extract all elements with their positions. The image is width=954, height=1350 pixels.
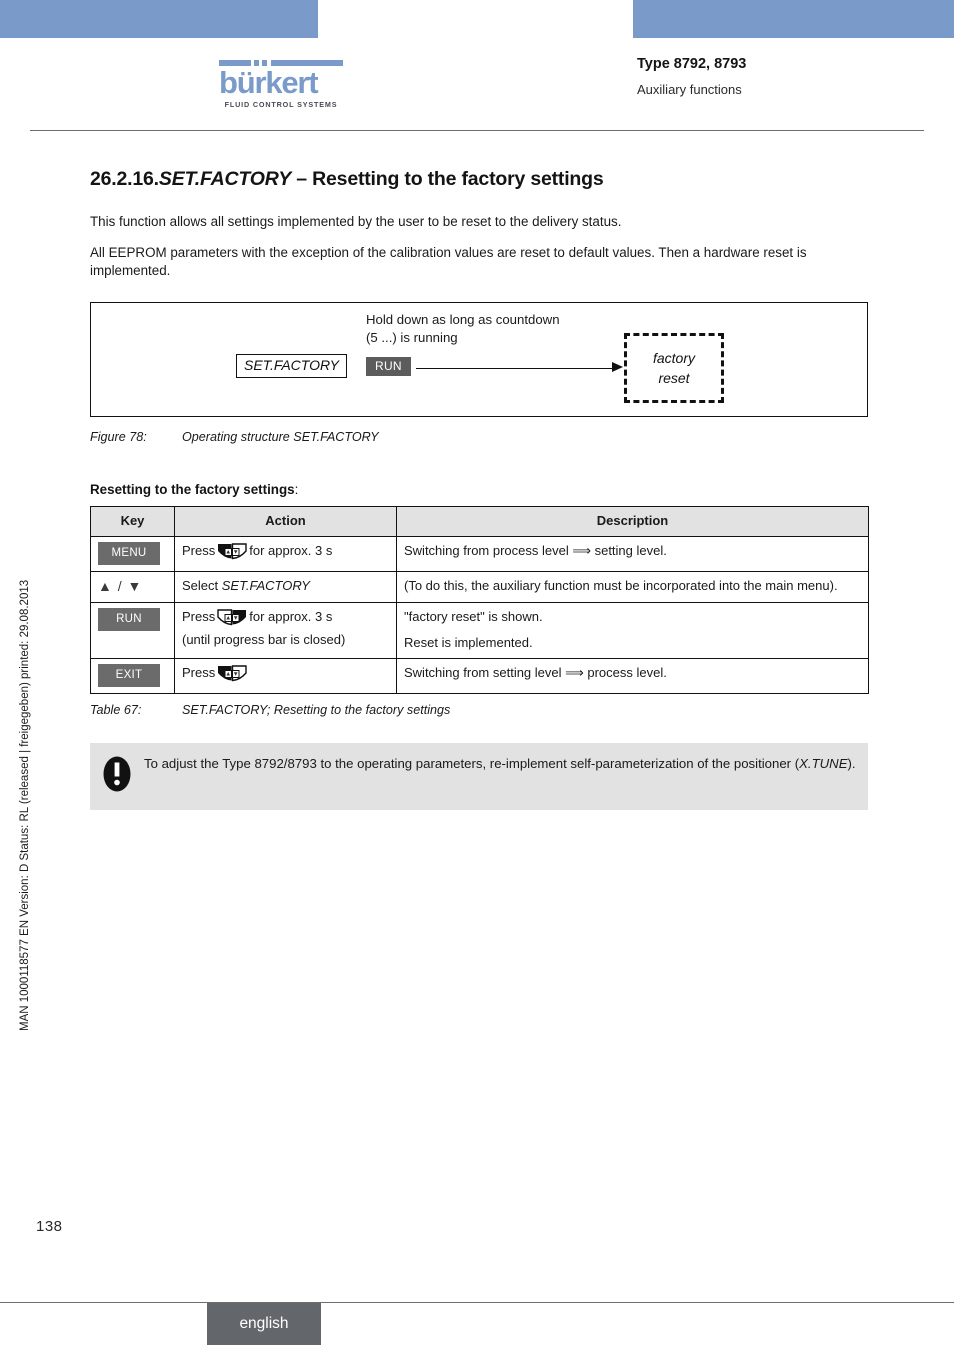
figure-caption-text: Operating structure SET.FACTORY (182, 430, 379, 444)
key-press-left-icon (217, 543, 247, 565)
language-tab: english (207, 1303, 321, 1345)
action-prefix: Press (182, 609, 216, 624)
column-header-action: Action (174, 506, 397, 537)
intro-paragraph-2: All EEPROM parameters with the exception… (90, 245, 807, 278)
diagram-factory-reset-state: factory reset (624, 333, 724, 403)
diagram-run-button: RUN (366, 357, 411, 376)
table-header-row: Key Action Description (90, 506, 869, 537)
note-parameter-name: X.TUNE (799, 756, 848, 771)
page-header: bürkert FLUID CONTROL SYSTEMS Type 8792,… (0, 38, 954, 130)
column-header-key: Key (90, 506, 175, 537)
logo-tagline: FLUID CONTROL SYSTEMS (224, 100, 338, 109)
diagram-hold-instruction: Hold down as long as countdown (5 ...) i… (366, 311, 560, 347)
table-caption-number: Table 67: (90, 703, 142, 717)
section-number: 26.2.16. (90, 168, 159, 190)
action-prefix: Press (182, 543, 216, 558)
table-row: RUN Press for approx. 3 s (until progress… (90, 602, 869, 659)
key-badge-menu: MENU (98, 542, 160, 565)
action-prefix: Press (182, 665, 216, 680)
column-header-description: Description (396, 506, 869, 537)
header-divider (30, 130, 924, 131)
key-arrows-up-down-icon: ▲ / ▼ (98, 578, 143, 594)
footer-divider (0, 1302, 954, 1303)
action-line-1: Press for approx. 3 s (182, 608, 389, 631)
cell-key: ▲ / ▼ (90, 571, 175, 603)
action-parameter-name: SET.FACTORY (221, 578, 310, 593)
cell-key: MENU (90, 536, 175, 572)
cell-description: Switching from setting level ⟹ process l… (396, 658, 869, 694)
cell-description: "factory reset" is shown. Reset is imple… (396, 602, 869, 659)
header-blue-bar-right (633, 0, 954, 38)
cell-action: Select SET.FACTORY (174, 571, 397, 603)
cell-action: Press (174, 658, 397, 694)
description-line-1: (To do this, the auxiliary function must… (404, 578, 838, 593)
operating-structure-diagram: SET.FACTORY Hold down as long as countdo… (90, 302, 868, 417)
cell-description: Switching from process level ⟹ setting l… (396, 536, 869, 572)
document-revision-sidenote: MAN 1000118577 EN Version: D Status: RL … (19, 579, 31, 1031)
description-spacer (404, 626, 861, 634)
exclamation-icon (102, 755, 132, 798)
note-text: To adjust the Type 8792/8793 to the oper… (144, 754, 856, 773)
description-line-2: Reset is implemented. (404, 635, 533, 650)
cell-key: EXIT (90, 658, 175, 694)
header-blue-bar-left (0, 0, 318, 38)
figure-caption: Figure 78: Operating structure SET.FACTOR… (90, 430, 868, 444)
table-subheading: Resetting to the factory settings: (90, 482, 868, 497)
burkert-logo: bürkert FLUID CONTROL SYSTEMS (219, 60, 343, 109)
diagram-state-set-factory: SET.FACTORY (236, 354, 347, 378)
cell-action: Press for approx. 3 s (174, 536, 397, 572)
key-action-table: Key Action Description MENU Press for app… (90, 506, 869, 694)
table-row: EXIT Press Switching from setting level … (90, 658, 869, 694)
description-line-1: Switching from setting level ⟹ process l… (404, 665, 667, 680)
note-line-2-prefix: positioner ( (733, 756, 800, 771)
section-title-rest: – Resetting to the factory settings (291, 168, 604, 190)
action-suffix: for approx. 3 s (249, 609, 333, 624)
cell-action: Press for approx. 3 s (until progress bar… (174, 602, 397, 659)
key-press-right-icon (217, 609, 247, 631)
document-subtitle: Auxiliary functions (637, 82, 742, 97)
cell-description: (To do this, the auxiliary function must… (396, 571, 869, 603)
intro-paragraph-1: This function allows all settings implem… (90, 214, 622, 229)
action-suffix: for approx. 3 s (249, 543, 333, 558)
note-line-1: To adjust the Type 8792/8793 to the oper… (144, 756, 731, 771)
note-line-2-suffix: ). (847, 756, 856, 771)
description-line-1: "factory reset" is shown. (404, 609, 543, 624)
section-code: SET.FACTORY (158, 168, 292, 190)
key-badge-run: RUN (98, 608, 160, 631)
table-subheading-text: Resetting to the factory settings (90, 482, 295, 497)
cell-key: RUN (90, 602, 175, 659)
page-content: 26.2.16.SET.FACTORY – Resetting to the f… (90, 168, 869, 810)
page-number: 138 (36, 1218, 63, 1235)
diagram-arrow-line (416, 367, 614, 370)
diagram-reset-line-2: reset (658, 370, 690, 386)
table-row: MENU Press for approx. 3 s Switching from… (90, 536, 869, 572)
document-type-line: Type 8792, 8793 (637, 56, 747, 72)
page-title: 26.2.16.SET.FACTORY – Resetting to the f… (90, 168, 868, 191)
table-caption: Table 67: SET.FACTORY; Resetting to the f… (90, 703, 868, 717)
key-badge-exit: EXIT (98, 664, 160, 687)
action-prefix: Select (182, 578, 219, 593)
description-line-1: Switching from process level ⟹ setting l… (404, 543, 667, 558)
key-press-left-icon (217, 665, 247, 687)
diagram-reset-line-1: factory (652, 350, 695, 366)
logo-wordmark: bürkert (219, 65, 319, 100)
diagram-arrow-head-icon (612, 362, 623, 372)
table-row: ▲ / ▼ Select SET.FACTORY (To do this, th… (90, 571, 869, 603)
action-line-2: (until progress bar is closed) (182, 632, 346, 647)
diagram-hold-line-2: (5 ...) is running (366, 330, 458, 345)
note-callout: To adjust the Type 8792/8793 to the oper… (90, 743, 868, 810)
diagram-hold-line-1: Hold down as long as countdown (366, 312, 560, 327)
table-subheading-colon: : (294, 482, 299, 497)
figure-caption-number: Figure 78: (90, 430, 147, 444)
table-caption-text: SET.FACTORY; Resetting to the factory se… (182, 703, 451, 717)
